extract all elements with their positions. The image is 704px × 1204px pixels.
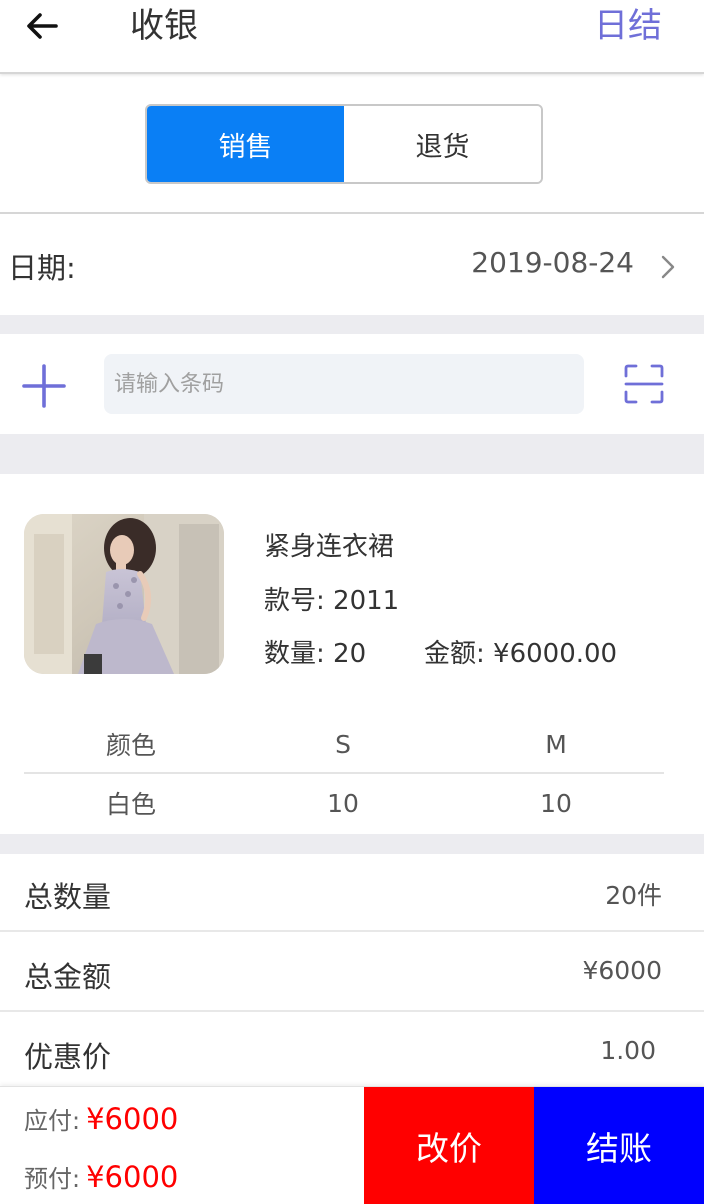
size-header-s: S: [335, 729, 351, 759]
section-spacer: [0, 834, 704, 854]
discount-label: 优惠价: [24, 1040, 112, 1074]
daily-settlement-button[interactable]: 日结: [594, 4, 662, 48]
checkout-bar: 应付: ¥6000 预付: ¥6000 改价 结账: [0, 1086, 704, 1204]
date-row[interactable]: 日期: 2019-08-24: [0, 215, 704, 315]
checkout-button[interactable]: 结账: [534, 1087, 704, 1204]
change-price-button[interactable]: 改价: [364, 1087, 534, 1204]
product-style-number: 款号: 2011: [264, 586, 400, 616]
prepaid-line: 预付: ¥6000: [24, 1159, 178, 1194]
payable-label: 应付:: [24, 1107, 81, 1135]
size-cell-s: 10: [327, 788, 359, 818]
app-header: 收银 日结: [0, 0, 704, 74]
total-quantity-row: 总数量 20件: [0, 854, 704, 932]
product-image[interactable]: [24, 514, 224, 674]
tab-return[interactable]: 退货: [344, 106, 541, 182]
barcode-input[interactable]: [104, 354, 584, 414]
date-label: 日期:: [8, 251, 76, 285]
discount-value: 1.00: [600, 1036, 656, 1065]
tab-sale[interactable]: 销售: [147, 106, 344, 182]
product-amount: 金额: ¥6000.00: [424, 639, 618, 669]
chevron-right-icon: [661, 255, 675, 279]
total-amount-label: 总金额: [24, 960, 112, 994]
size-cell-m: 10: [540, 788, 572, 818]
size-header-m: M: [545, 729, 567, 759]
section-spacer: [0, 434, 704, 474]
prepaid-label: 预付:: [24, 1165, 81, 1193]
section-spacer: [0, 315, 704, 334]
back-arrow-icon[interactable]: [22, 6, 62, 46]
sale-return-toggle: 销售 退货: [145, 104, 543, 184]
discount-row[interactable]: 优惠价 1.00: [0, 1014, 704, 1092]
product-quantity: 数量: 20: [264, 639, 367, 669]
table-row: 白色 10 10: [24, 774, 664, 832]
size-table: 颜色 S M 白色 10 10: [24, 716, 664, 832]
page-title: 收银: [130, 6, 198, 46]
divider: [0, 212, 704, 214]
payable-amount: ¥6000: [86, 1102, 179, 1136]
total-quantity-value: 20件: [605, 881, 662, 910]
total-amount-value: ¥6000: [582, 956, 662, 985]
scan-icon[interactable]: [624, 364, 664, 404]
size-cell-color: 白色: [105, 790, 156, 819]
total-quantity-label: 总数量: [24, 880, 112, 914]
product-name: 紧身连衣裙: [264, 532, 395, 562]
size-table-header: 颜色 S M: [24, 716, 664, 774]
prepaid-amount: ¥6000: [86, 1160, 179, 1194]
payable-line: 应付: ¥6000: [24, 1101, 178, 1136]
add-icon[interactable]: [22, 364, 66, 408]
date-value: 2019-08-24: [471, 246, 634, 279]
size-header-color: 颜色: [105, 731, 156, 760]
total-amount-row: 总金额 ¥6000: [0, 934, 704, 1012]
